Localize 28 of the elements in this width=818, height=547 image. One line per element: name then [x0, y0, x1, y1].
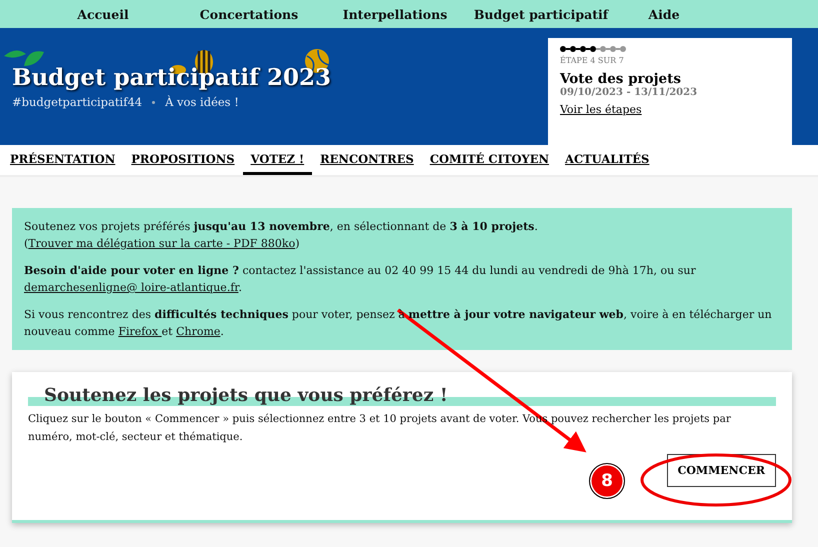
nav-link[interactable]: Concertations [176, 6, 322, 22]
nav-link[interactable]: Budget participatif [468, 6, 614, 22]
info-paragraph: Besoin d'aide pour voter en ligne ? contactez l'assistance au 02 40 99 15 44 du lundi au vendredi de 9hà 17h, ou sur demarchesenligne@ loire-atlantique.fr. [24, 263, 697, 296]
tab[interactable]: COMITÉ CITOYEN [422, 145, 558, 175]
info-paragraph: Si vous rencontrez des difficultés techniques pour voter, pensez à mettre à jour votre navigateur web, voire à en télécharger un nouveau comme Firefox et Chrome. [24, 307, 773, 340]
steps-link[interactable]: Voir les étapes [560, 103, 642, 116]
hashtag: #budgetparticipatif44 [12, 95, 142, 109]
text-link[interactable]: Trouver ma délégation sur la carte - PDF 880ko [28, 237, 296, 250]
tab[interactable]: VOTEZ ! [242, 145, 312, 175]
card-heading: Soutenez les projets que vous préférez ! [28, 386, 776, 406]
start-button[interactable]: COMMENCER [666, 454, 776, 487]
tagline: À vos idées ! [165, 95, 239, 109]
step-dates: 09/10/2023 - 13/11/2023 [560, 87, 698, 98]
step-progress [560, 46, 626, 52]
tab[interactable]: RENCONTRES [312, 145, 422, 175]
nav-link[interactable]: Accueil [30, 6, 176, 22]
text-link[interactable]: Firefox [118, 325, 162, 338]
text-link[interactable]: demarchesenligne@ loire-atlantique.fr [24, 281, 238, 294]
step-label: ÉTAPE 4 SUR 7 [560, 56, 625, 65]
text-link[interactable]: Chrome [176, 325, 220, 338]
tab[interactable]: ACTUALITÉS [557, 145, 658, 175]
nav-link[interactable]: Aide [614, 6, 714, 22]
tab[interactable]: PRÉSENTATION [10, 145, 124, 175]
nav-link[interactable]: Interpellations [322, 6, 468, 22]
info-paragraph: Soutenez vos projets préférés jusqu'au 13 novembre, en sélectionnant de 3 à 10 projets. (Trouver ma délégation sur la carte - PDF 880ko) [24, 219, 539, 252]
step-title: Vote des projets [560, 71, 682, 87]
page-title: Budget participatif 2023 [12, 64, 332, 91]
tab[interactable]: PROPOSITIONS [123, 145, 243, 175]
